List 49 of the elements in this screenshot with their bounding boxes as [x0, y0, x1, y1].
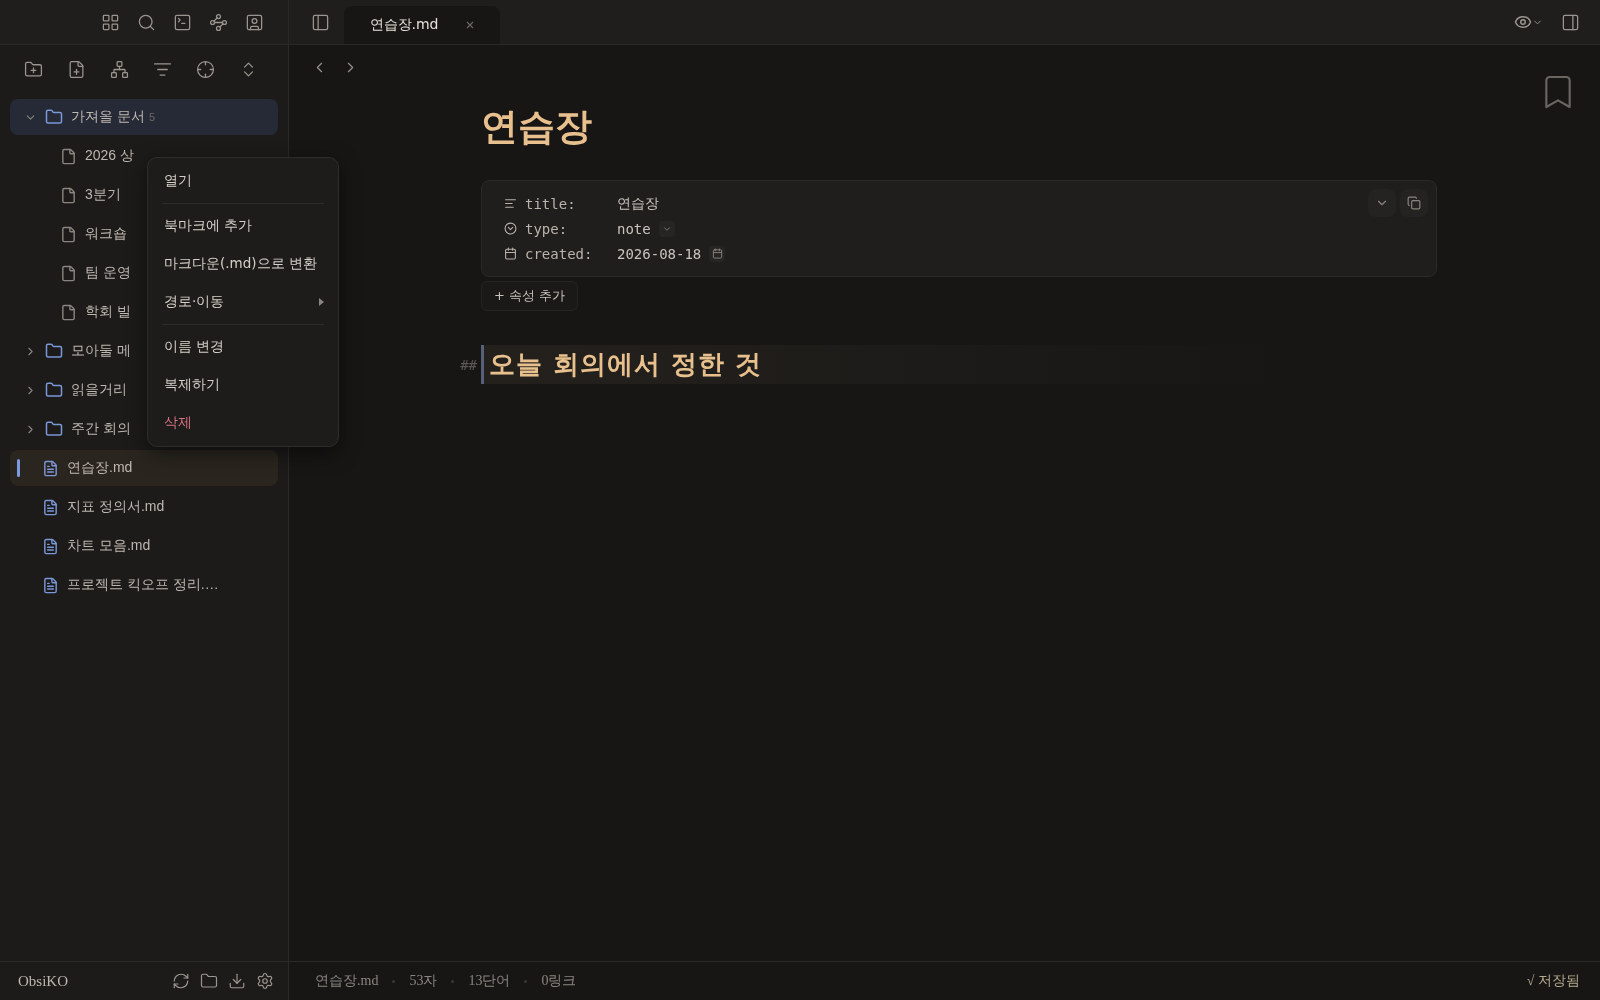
saved-status: √ 저장됨 — [1526, 972, 1580, 990]
item-label: 프로젝트 킥오프 정리.… — [67, 576, 219, 594]
menu-item[interactable]: 북마크에 추가 — [148, 207, 338, 245]
menu-item-label: 북마크에 추가 — [164, 217, 253, 235]
add-property-button[interactable]: + 속성 추가 — [481, 281, 579, 311]
tree-item[interactable]: 지표 정의서.md — [10, 489, 278, 525]
property-value[interactable]: 연습장 — [617, 194, 659, 213]
menu-item[interactable]: 경로·이동 — [148, 283, 338, 321]
menu-item-label: 열기 — [164, 172, 192, 190]
property-key: created: — [525, 245, 617, 262]
item-label: 팀 운영 — [85, 264, 131, 282]
item-label: 워크숍 — [85, 225, 127, 243]
item-label: 주간 회의 — [71, 420, 131, 438]
item-label: 모아둘 메 — [71, 342, 131, 360]
menu-item-label: 이름 변경 — [164, 338, 225, 356]
item-label: 3분기 — [85, 186, 121, 204]
item-label: 학회 빌 — [85, 303, 131, 321]
menu-item-label: 복제하기 — [164, 376, 220, 394]
heading-marker: ## — [459, 356, 478, 373]
tree-item[interactable]: 차트 모음.md — [10, 528, 278, 564]
item-label: 읽을거리 — [71, 381, 127, 399]
menu-item-label: 마크다운(.md)으로 변환 — [164, 255, 317, 273]
tab-label: 연습장.md — [369, 16, 439, 34]
menu-item[interactable]: 삭제 — [148, 404, 338, 442]
item-label: 지표 정의서.md — [67, 498, 165, 516]
tree-item[interactable]: 프로젝트 킥오프 정리.… — [10, 567, 278, 603]
menu-item[interactable]: 마크다운(.md)으로 변환 — [148, 245, 338, 283]
item-label: 2026 상 — [85, 147, 135, 165]
link-count: 0링크 — [541, 972, 577, 990]
tree-item[interactable]: 연습장.md — [10, 450, 278, 486]
item-label: 차트 모음.md — [67, 537, 151, 555]
menu-item-label: 삭제 — [164, 414, 192, 432]
menu-item[interactable]: 복제하기 — [148, 366, 338, 404]
vault-name[interactable]: ObsiKO — [18, 972, 162, 990]
item-label: 가져올 문서 — [71, 108, 145, 126]
menu-item[interactable]: 이름 변경 — [148, 328, 338, 366]
item-label: 연습장.md — [67, 459, 133, 477]
word-count: 13단어 — [468, 972, 511, 990]
note-title: 연습장 — [481, 104, 593, 150]
char-count: 53자 — [409, 972, 438, 990]
property-key: title: — [525, 195, 617, 212]
item-count: 5 — [148, 111, 155, 123]
tab[interactable]: 연습장.md — [344, 6, 500, 44]
menu-item-label: 경로·이동 — [164, 293, 225, 311]
property-value[interactable]: note — [617, 220, 651, 237]
status-file: 연습장.md — [315, 972, 379, 990]
property-key: type: — [525, 220, 617, 237]
property-value[interactable]: 2026-08-18 — [617, 245, 702, 262]
tree-item[interactable]: 가져올 문서 5 — [10, 99, 278, 135]
